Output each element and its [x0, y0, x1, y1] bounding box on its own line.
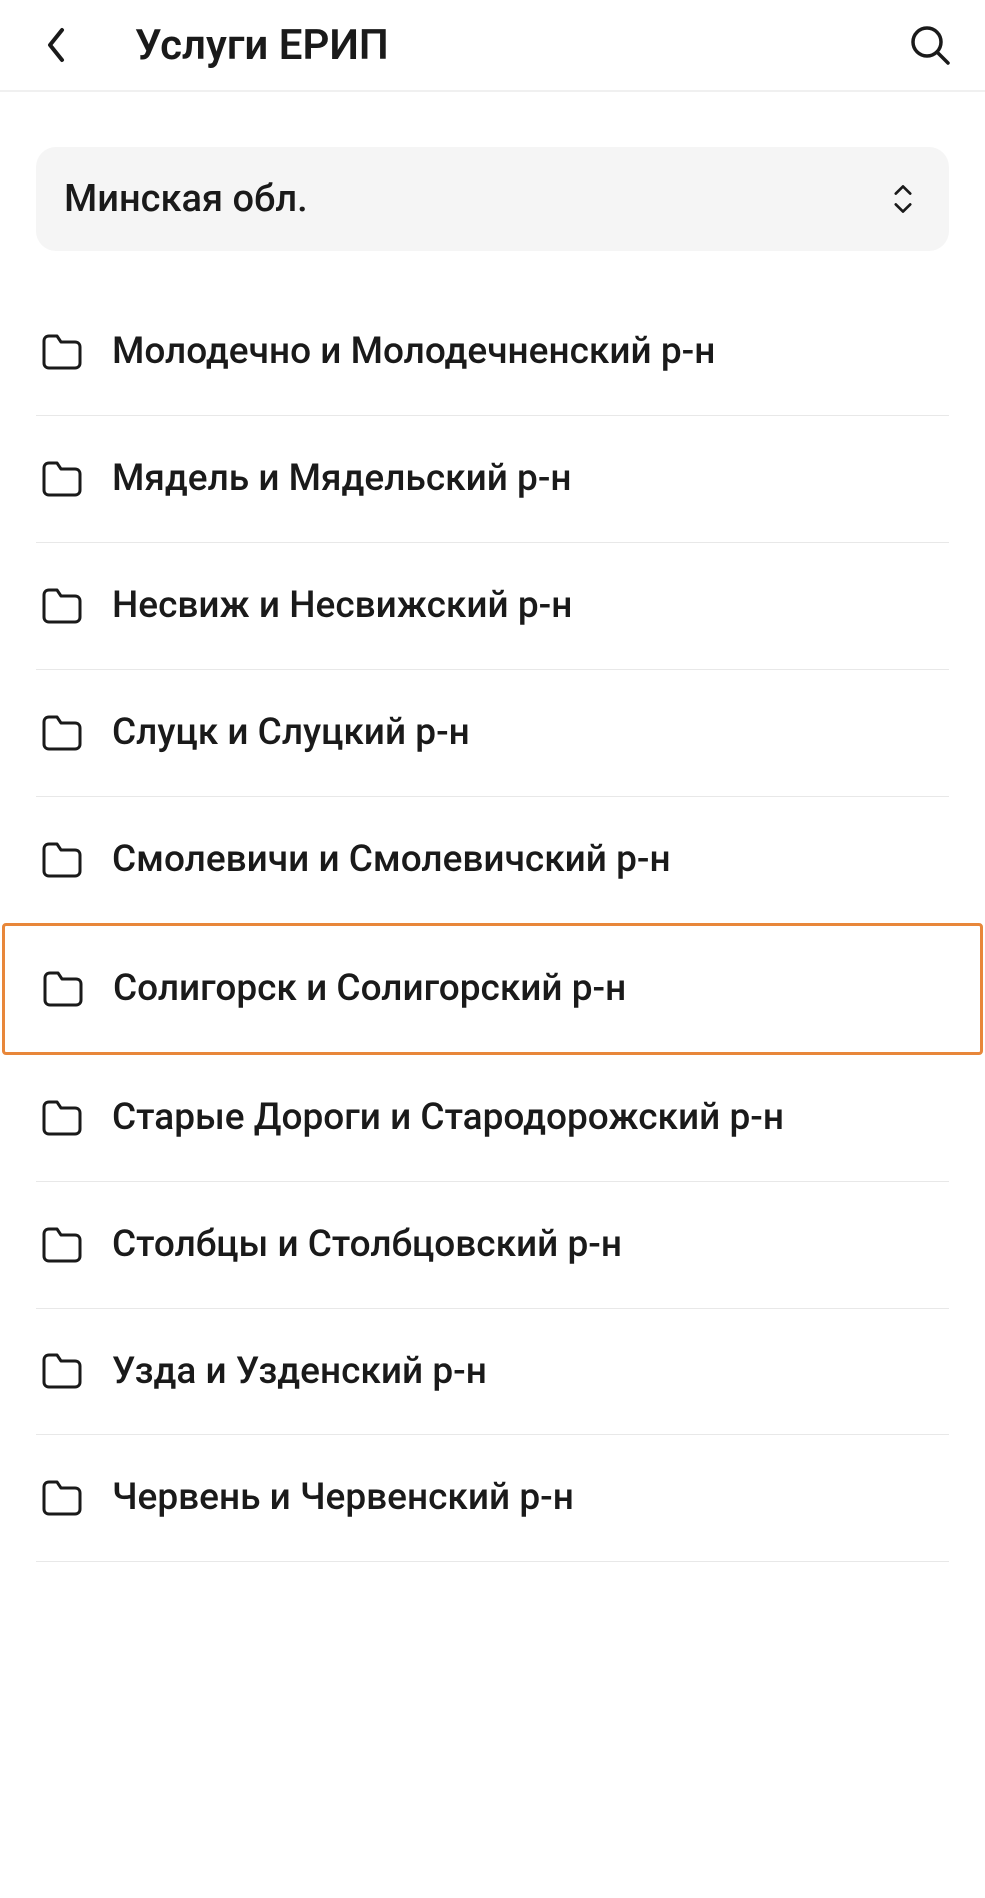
- folder-icon: [40, 838, 84, 882]
- list-item[interactable]: Несвиж и Несвижский р-н: [36, 543, 949, 670]
- page-title: Услуги ЕРИП: [135, 21, 905, 70]
- back-button[interactable]: [30, 20, 80, 70]
- list-item-label: Молодечно и Молодечненский р-н: [112, 327, 715, 377]
- list-item[interactable]: Мядель и Мядельский р-н: [36, 416, 949, 543]
- sort-icon: [885, 181, 921, 217]
- list-item[interactable]: Солигорск и Солигорский р-н: [2, 923, 983, 1055]
- list-item-label: Слуцк и Слуцкий р-н: [112, 708, 470, 758]
- chevron-left-icon: [44, 26, 66, 64]
- list-item-label: Мядель и Мядельский р-н: [112, 454, 572, 504]
- region-list: Молодечно и Молодечненский р-н Мядель и М…: [36, 289, 949, 1562]
- folder-icon: [41, 967, 85, 1011]
- list-item[interactable]: Смолевичи и Смолевичский р-н: [36, 797, 949, 923]
- region-selector[interactable]: Минская обл.: [36, 147, 949, 251]
- folder-icon: [40, 330, 84, 374]
- folder-icon: [40, 1223, 84, 1267]
- folder-icon: [40, 1476, 84, 1520]
- list-item-label: Смолевичи и Смолевичский р-н: [112, 835, 671, 885]
- list-item[interactable]: Столбцы и Столбцовский р-н: [36, 1182, 949, 1309]
- list-item-label: Узда и Узденский р-н: [112, 1347, 487, 1397]
- content: Минская обл. Молодечно и Молодечненский …: [0, 92, 985, 1562]
- header: Услуги ЕРИП: [0, 0, 985, 92]
- folder-icon: [40, 1096, 84, 1140]
- search-button[interactable]: [905, 20, 955, 70]
- list-item[interactable]: Старые Дороги и Стародорожский р-н: [36, 1055, 949, 1182]
- search-icon: [908, 23, 952, 67]
- folder-icon: [40, 711, 84, 755]
- list-item[interactable]: Слуцк и Слуцкий р-н: [36, 670, 949, 797]
- list-item-label: Солигорск и Солигорский р-н: [113, 964, 626, 1014]
- list-item[interactable]: Узда и Узденский р-н: [36, 1309, 949, 1436]
- folder-icon: [40, 1349, 84, 1393]
- list-item-label: Столбцы и Столбцовский р-н: [112, 1220, 622, 1270]
- folder-icon: [40, 457, 84, 501]
- region-selector-label: Минская обл.: [64, 177, 308, 221]
- list-item[interactable]: Молодечно и Молодечненский р-н: [36, 289, 949, 416]
- list-item-label: Червень и Червенский р-н: [112, 1473, 574, 1523]
- list-item-label: Старые Дороги и Стародорожский р-н: [112, 1093, 784, 1143]
- list-item[interactable]: Червень и Червенский р-н: [36, 1435, 949, 1562]
- list-item-label: Несвиж и Несвижский р-н: [112, 581, 572, 631]
- folder-icon: [40, 584, 84, 628]
